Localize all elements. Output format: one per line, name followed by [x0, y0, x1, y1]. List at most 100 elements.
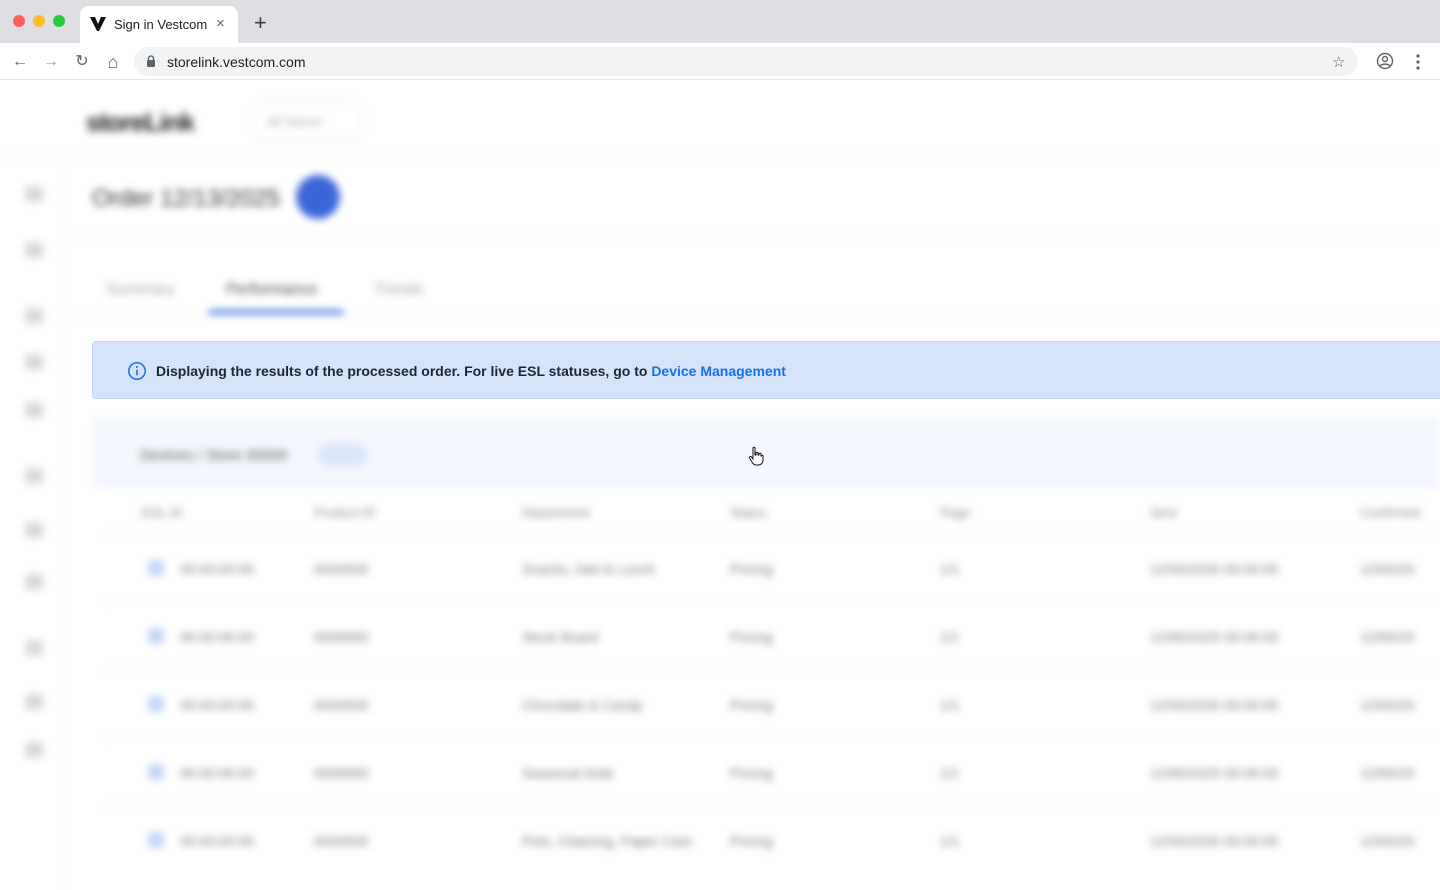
row-checkbox[interactable]: [148, 696, 164, 712]
table-cell: 1/1: [940, 765, 960, 781]
url-text: storelink.vestcom.com: [167, 54, 306, 70]
kebab-menu-icon[interactable]: [1410, 52, 1426, 72]
table-cell: 12/00/2025 00:00:00: [1150, 697, 1279, 713]
table-cell: 12/00/20: [1360, 833, 1415, 849]
page-title: Order 12/13/2025: [92, 185, 281, 212]
table-cell: 0000000: [314, 697, 369, 713]
close-window-button[interactable]: [13, 15, 25, 27]
nav-icon[interactable]: [25, 742, 43, 758]
profile-icon[interactable]: [1376, 52, 1394, 70]
table-cell: 1/1: [940, 629, 960, 645]
row-checkbox[interactable]: [148, 628, 164, 644]
table-cell: 0000000: [314, 629, 369, 645]
column-header-product-id[interactable]: Product ID: [314, 505, 375, 520]
title-divider: [80, 237, 1440, 238]
tab-performance[interactable]: Performance: [226, 281, 318, 299]
back-icon[interactable]: ←: [10, 52, 30, 72]
table-cell: Stock Board: [522, 629, 599, 645]
nav-icon[interactable]: [25, 186, 43, 202]
vestcom-logo-icon: [90, 17, 106, 31]
reload-icon[interactable]: ↻: [72, 52, 92, 72]
table-cell: 12/00/2025 00:00:00: [1150, 833, 1279, 849]
section-label: Devices / Store 00000: [140, 447, 288, 464]
blurred-background-content: storeLink All Stores Order 12/13/2025 Su…: [0, 81, 1440, 890]
table-cell: 1/1: [940, 561, 960, 577]
table-cell: Pets, Cleaning, Paper Care: [522, 833, 693, 849]
table-cell: 00:00:00:00: [180, 697, 254, 713]
status-badge: [296, 175, 340, 219]
table-cell: 00:00:00:00: [180, 561, 254, 577]
nav-icon[interactable]: [25, 468, 43, 484]
store-selector[interactable]: All Stores: [254, 101, 362, 141]
banner-message: Displaying the results of the processed …: [156, 363, 786, 379]
row-checkbox[interactable]: [148, 560, 164, 576]
row-divider: [100, 669, 1440, 670]
row-divider: [100, 533, 1440, 534]
nav-icon[interactable]: [25, 354, 43, 370]
address-bar[interactable]: storelink.vestcom.com ☆: [134, 47, 1358, 76]
close-tab-icon[interactable]: ×: [216, 15, 225, 33]
table-cell: Pricing: [730, 765, 773, 781]
browser-toolbar: ← → ↻ ⌂ storelink.vestcom.com ☆: [0, 43, 1440, 80]
column-header-status[interactable]: Status: [730, 505, 767, 520]
header-divider: [0, 155, 1440, 156]
row-divider: [100, 737, 1440, 738]
nav-icon[interactable]: [25, 242, 43, 258]
maximize-window-button[interactable]: [53, 15, 65, 27]
table-cell: 12/00/20: [1360, 629, 1415, 645]
hand-pointer-cursor-icon: [748, 446, 764, 466]
side-navigation: [0, 156, 66, 890]
table-cell: Pricing: [730, 629, 773, 645]
tab-title: Sign in Vestcom: [114, 17, 208, 32]
nav-icon[interactable]: [25, 694, 43, 710]
browser-tab-active[interactable]: Sign in Vestcom ×: [80, 6, 238, 43]
nav-icon[interactable]: [25, 640, 43, 656]
column-header-department[interactable]: Department: [522, 505, 590, 520]
count-pill[interactable]: [318, 443, 368, 467]
table-cell: 12/00/20: [1360, 697, 1415, 713]
table-cell: 0000000: [314, 561, 369, 577]
minimize-window-button[interactable]: [33, 15, 45, 27]
table-cell: Pricing: [730, 697, 773, 713]
row-divider: [100, 805, 1440, 806]
active-tab-indicator: [208, 310, 344, 314]
storelink-logo: storeLink: [86, 107, 195, 137]
forward-icon[interactable]: →: [41, 52, 61, 72]
tab-summary[interactable]: Summary: [106, 281, 174, 299]
table-cell: 00:00:00:00: [180, 833, 254, 849]
new-tab-button[interactable]: +: [254, 12, 267, 34]
row-checkbox[interactable]: [148, 764, 164, 780]
table-cell: 00:00:00:00: [180, 765, 254, 781]
banner-message-text: Displaying the results of the processed …: [156, 363, 652, 379]
nav-icon[interactable]: [25, 308, 43, 324]
info-icon: [128, 362, 146, 380]
row-divider: [100, 601, 1440, 602]
nav-icon[interactable]: [25, 402, 43, 418]
browser-tab-bar: Sign in Vestcom × +: [0, 0, 1440, 43]
column-header-esl-id[interactable]: ESL ID: [142, 505, 183, 520]
bookmark-star-icon[interactable]: ☆: [1332, 53, 1345, 71]
column-header-sent[interactable]: Sent: [1150, 505, 1177, 520]
table-cell: 12/00/2025 00:00:00: [1150, 765, 1279, 781]
table-cell: 1/1: [940, 833, 960, 849]
nav-icon[interactable]: [25, 574, 43, 590]
tab-trends[interactable]: Trends: [374, 281, 423, 299]
table-cell: 0000000: [314, 765, 369, 781]
row-checkbox[interactable]: [148, 832, 164, 848]
app-viewport: storeLink All Stores Order 12/13/2025 Su…: [0, 81, 1440, 890]
info-banner: Displaying the results of the processed …: [92, 341, 1440, 399]
lock-icon: [147, 55, 155, 67]
table-cell: 00:00:00:00: [180, 629, 254, 645]
column-header-page[interactable]: Page: [940, 505, 970, 520]
home-icon[interactable]: ⌂: [103, 52, 123, 72]
column-header-confirmed[interactable]: Confirmed: [1360, 505, 1420, 520]
table-cell: 12/00/2025 00:00:00: [1150, 561, 1279, 577]
device-management-link[interactable]: Device Management: [651, 363, 786, 379]
table-cell: 12/00/2025 00:00:00: [1150, 629, 1279, 645]
nav-icon[interactable]: [25, 522, 43, 538]
tabs-divider: [66, 317, 1440, 318]
table-cell: 1/1: [940, 697, 960, 713]
table-cell: Chocolate & Candy: [522, 697, 643, 713]
table-cell: Snacks, Deli & Lunch: [522, 561, 656, 577]
devices-section-header: Devices / Store 00000: [92, 417, 1440, 489]
